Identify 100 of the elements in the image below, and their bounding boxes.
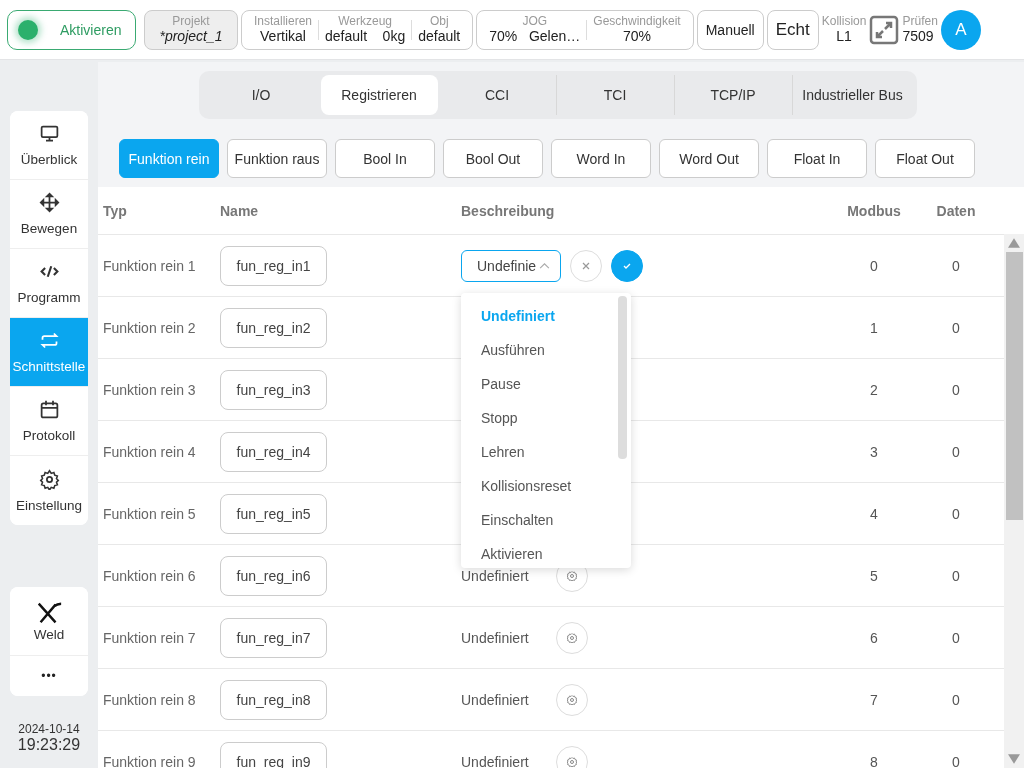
mode-button[interactable]: Manuell <box>696 9 764 50</box>
tab[interactable]: I/O <box>202 75 320 115</box>
settings-icon <box>566 693 578 706</box>
status-value: default <box>418 28 461 45</box>
column-header: Typ <box>103 202 128 219</box>
check-value: 7509 <box>902 28 934 45</box>
dropdown-option[interactable]: Aktivieren <box>461 537 543 568</box>
collision-value: L1 <box>836 28 852 45</box>
tab[interactable]: Registrieren <box>320 75 438 115</box>
status-label: Installieren <box>254 14 313 28</box>
settings-icon <box>566 631 578 644</box>
description-select[interactable]: Undefinie <box>461 249 561 282</box>
scrollbar-thumb[interactable] <box>1005 252 1023 520</box>
table-cell-text: 0 <box>951 629 961 646</box>
category-button[interactable]: Word In <box>551 139 651 178</box>
status-label: Geschwindigkeit <box>593 14 681 28</box>
category-button[interactable]: Bool Out <box>443 139 543 178</box>
settings-icon <box>38 468 60 490</box>
table-cell-text: 2 <box>869 381 879 398</box>
name-field[interactable]: fun_reg_in3 <box>220 369 327 410</box>
name-field[interactable]: fun_reg_in6 <box>220 555 327 596</box>
caret-icon <box>539 262 550 269</box>
status-panel[interactable]: Installieren Vertikal Werkzeug default 0kg Obj default <box>241 9 474 50</box>
table-cell-text: 5 <box>869 567 879 584</box>
dropdown-option[interactable]: Lehren <box>461 435 525 469</box>
name-field[interactable]: fun_reg_in7 <box>220 617 327 658</box>
table-cell-text: Undefiniert <box>461 691 530 708</box>
status-value: default 0kg <box>325 28 406 45</box>
status-label: JOG <box>522 14 548 28</box>
dropdown-option[interactable]: Stopp <box>461 401 518 435</box>
table-cell-text: Undefiniert <box>461 567 530 584</box>
table-cell-text: Funktion rein 4 <box>103 443 197 460</box>
table-cell-text: 6 <box>869 629 879 646</box>
table-cell-text: Funktion rein 8 <box>103 691 197 708</box>
table-cell-text: 0 <box>951 443 961 460</box>
tab[interactable]: TCI <box>556 75 674 115</box>
confirm-button[interactable] <box>611 249 643 282</box>
table-cell-text: Undefiniert <box>461 629 530 646</box>
welding-torch-icon <box>35 600 63 625</box>
status-value: 70% <box>623 28 651 45</box>
status-panel[interactable]: JOG 70% Gelen… Geschwindigkeit 70% <box>476 9 694 50</box>
table-cell-text: Funktion rein 6 <box>103 567 197 584</box>
table-cell-text: 0 <box>951 505 961 522</box>
scrollbar-thumb[interactable] <box>618 296 627 459</box>
table-cell-text: 0 <box>951 319 961 336</box>
scroll-up-icon[interactable] <box>1008 238 1020 248</box>
status-label: Werkzeug <box>338 14 392 28</box>
category-button[interactable]: Word Out <box>659 139 759 178</box>
nav-item[interactable]: Überblick <box>10 111 88 180</box>
category-button[interactable]: Float Out <box>875 139 975 178</box>
name-field[interactable]: fun_reg_in8 <box>220 679 327 720</box>
status-value: Vertikal <box>260 28 306 45</box>
status-value: 70% Gelen… <box>489 28 581 45</box>
edit-button[interactable] <box>556 745 588 768</box>
table-cell-text: 1 <box>869 319 879 336</box>
name-field[interactable]: fun_reg_in2 <box>220 307 327 348</box>
table-cell-text: Funktion rein 9 <box>103 753 197 768</box>
cancel-button[interactable] <box>570 249 602 282</box>
table-cell-text: 0 <box>951 753 961 768</box>
table-cell-text: Funktion rein 7 <box>103 629 197 646</box>
table-cell-text: 3 <box>869 443 879 460</box>
status-label: Obj <box>429 14 449 28</box>
column-header: Daten <box>935 202 977 219</box>
name-field[interactable]: fun_reg_in4 <box>220 431 327 472</box>
monitor-icon <box>38 123 60 144</box>
project-name: *project_1 <box>159 28 223 45</box>
calendar-icon <box>38 399 60 420</box>
scroll-down-icon[interactable] <box>1008 754 1020 764</box>
table-cell-text: 0 <box>869 257 879 274</box>
dropdown-option[interactable]: Ausführen <box>461 333 545 367</box>
table-cell-text: 4 <box>869 505 879 522</box>
swap-icon <box>38 330 60 351</box>
category-button[interactable]: Funktion raus <box>227 139 327 178</box>
close-icon <box>581 260 591 271</box>
name-field[interactable]: fun_reg_in1 <box>220 245 327 286</box>
dropdown-option[interactable]: Kollisionsreset <box>461 469 572 503</box>
category-button[interactable]: Float In <box>767 139 867 178</box>
project-panel[interactable]: Projekt *project_1 <box>144 9 238 50</box>
check-label: Prüfen <box>902 14 938 28</box>
simulation-button[interactable]: Echt <box>766 9 819 50</box>
tab[interactable]: Industrieller Bus <box>792 75 913 115</box>
weld-button[interactable]: Weld <box>10 587 88 656</box>
table-cell-text: 0 <box>951 257 961 274</box>
dropdown-option[interactable]: Einschalten <box>461 503 554 537</box>
expand-icon[interactable] <box>869 14 900 45</box>
edit-button[interactable] <box>556 683 588 716</box>
edit-button[interactable] <box>556 621 588 654</box>
tab[interactable]: CCI <box>438 75 556 115</box>
table-cell-text: Funktion rein 1 <box>103 257 197 274</box>
collision-label: Kollision <box>821 14 867 28</box>
dropdown-option[interactable]: Pause <box>461 367 521 401</box>
table-cell-text: 8 <box>869 753 879 768</box>
table-cell-text: 7 <box>869 691 879 708</box>
table-cell-text: 0 <box>951 567 961 584</box>
activate-button[interactable]: Aktivieren <box>7 9 136 50</box>
name-field[interactable]: fun_reg_in5 <box>220 493 327 534</box>
table-cell-text: 0 <box>951 691 961 708</box>
tab[interactable]: TCP/IP <box>674 75 792 115</box>
table-cell-text: Undefiniert <box>461 753 530 768</box>
category-button[interactable]: Bool In <box>335 139 435 178</box>
